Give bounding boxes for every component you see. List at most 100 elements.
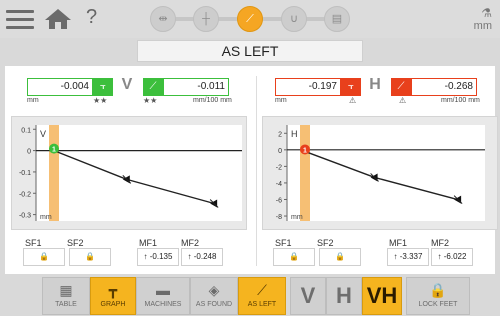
vertical-letter: V (121, 76, 133, 93)
horizontal-mf2-value: ↑ -6.022 (431, 248, 473, 266)
y-tick-label: -0.2 (19, 191, 31, 198)
y-tick-label: -8 (276, 214, 282, 221)
horizontal-angle-value: -0.268 (411, 78, 477, 96)
vertical-mf1-number: -0.135 (149, 252, 173, 261)
y-tick-label: 0 (27, 149, 31, 156)
vertical-sf1-label: SF1 (25, 238, 42, 248)
horizontal-sf1-label: SF1 (275, 238, 292, 248)
workflow-steps: ⇹ ┼ ⟋ ∪ ▤ (150, 6, 350, 32)
horizontal-mf2-number: -6.022 (443, 252, 467, 261)
vertical-mf2-number: -0.248 (193, 252, 217, 261)
as-found-button[interactable]: ◈ AS FOUND (190, 277, 238, 315)
coupling-marker-label: 1 (52, 147, 56, 154)
machines-button[interactable]: ▬ MACHINES (136, 277, 190, 315)
horizontal-sf2-label: SF2 (317, 238, 334, 248)
top-bar: ? ⇹ ┼ ⟋ ∪ ▤ ⚗ mm (0, 0, 500, 38)
y-tick-label: -4 (276, 181, 282, 188)
lock-icon: 🔒 (289, 252, 299, 261)
graph-icon: ┳ (108, 282, 118, 298)
lock-icon: 🔒 (335, 252, 345, 261)
lock-feet-icon: 🔒 (429, 282, 447, 298)
horizontal-mf2-label: MF2 (431, 238, 449, 248)
horizontal-sf1-lock[interactable]: 🔒 (273, 248, 315, 266)
step-report-icon[interactable]: ▤ (324, 6, 350, 32)
vertical-offset-icon: ⫟ (93, 78, 113, 96)
chart-unit-label: mm (291, 214, 303, 221)
horizontal-mf1-number: -3.337 (399, 252, 423, 261)
horizontal-offset-unit: mm (275, 97, 287, 104)
horizontal-letter: H (369, 76, 381, 93)
machines-label: MACHINES (144, 301, 182, 308)
view-vh-button[interactable]: VH (362, 277, 402, 315)
vertical-sf2-label: SF2 (67, 238, 84, 248)
chart-title: V (40, 129, 46, 139)
vertical-offset-unit: mm (27, 97, 39, 104)
vertical-angle-icon: ⟋ (143, 78, 163, 96)
horizontal-sf2-lock[interactable]: 🔒 (319, 248, 361, 266)
vertical-offset-quality: ★★ (93, 96, 108, 105)
horizontal-offset-icon: ⫟ (341, 78, 361, 96)
horizontal-offset-warning-icon: ⚠ (349, 96, 357, 105)
lock-feet-button[interactable]: 🔒 LOCK FEET (406, 277, 470, 315)
horizontal-readout: -0.197 ⫟ H ⟋ -0.268 mm ⚠ ⚠ mm/100 mm (275, 76, 495, 106)
vertical-chart-svg: 0.1 0 -0.1 -0.2 -0.3 Vmm 1 (19, 125, 242, 221)
vertical-mf2-value: ↑ -0.248 (181, 248, 223, 266)
as-left-button[interactable]: ⟋ AS LEFT (238, 277, 286, 315)
graph-button[interactable]: ┳ GRAPH (90, 277, 136, 315)
view-h-button[interactable]: H (326, 277, 362, 315)
horizontal-angle-icon: ⟋ (391, 78, 411, 96)
coupling-marker-label: 1 (303, 147, 307, 154)
graph-label: GRAPH (100, 301, 126, 308)
home-icon[interactable] (44, 8, 72, 35)
step-sensor-position-icon[interactable]: ┼ (193, 6, 219, 32)
units-icon: ⚗ (481, 6, 492, 20)
table-label: TABLE (55, 301, 77, 308)
units-label: mm (473, 20, 492, 32)
step-dimensions-icon[interactable]: ⇹ (150, 6, 176, 32)
vertical-sf1-lock[interactable]: 🔒 (23, 248, 65, 266)
horizontal-mf1-value: ↑ -3.337 (387, 248, 429, 266)
horizontal-feet-row: SF1 SF2 🔒 🔒 MF1 MF2 ↑ -3.337 ↑ -6.022 (273, 238, 500, 268)
horizontal-angle-unit: mm/100 mm (441, 97, 480, 104)
y-tick-label: -0.3 (19, 213, 31, 220)
horizontal-chart-svg: 2 0 -2 -4 -6 -8 Hmm 1 (276, 125, 485, 221)
step-measure-icon[interactable]: ⟋ (237, 6, 263, 32)
view-v-button[interactable]: V (290, 277, 326, 315)
y-tick-label: 0 (278, 148, 282, 155)
bottom-toolbar: ▦ TABLE ┳ GRAPH ▬ MACHINES ◈ AS FOUND ⟋ … (42, 277, 470, 315)
lock-icon: 🔒 (85, 252, 95, 261)
coupling-band (300, 125, 310, 221)
as-left-label: AS LEFT (247, 301, 277, 308)
vertical-angle-value: -0.011 (163, 78, 229, 96)
y-tick-label: -6 (276, 197, 282, 204)
as-found-icon: ◈ (208, 282, 220, 298)
vertical-chart: 0.1 0 -0.1 -0.2 -0.3 Vmm 1 (11, 116, 247, 230)
vertical-mf2-label: MF2 (181, 238, 199, 248)
y-tick-label: 0.1 (21, 127, 31, 134)
vertical-feet-row: SF1 SF2 🔒 🔒 MF1 MF2 ↑ -0.135 ↑ -0.248 (23, 238, 263, 268)
help-button[interactable]: ? (86, 6, 97, 29)
horizontal-angle-warning-icon: ⚠ (399, 96, 407, 105)
vertical-angle-unit: mm/100 mm (193, 97, 232, 104)
as-left-icon: ⟋ (257, 282, 267, 298)
vertical-angle-quality: ★★ (143, 96, 158, 105)
horizontal-offset-value: -0.197 (275, 78, 341, 96)
vertical-mf1-label: MF1 (139, 238, 157, 248)
step-coupling-icon[interactable]: ∪ (281, 6, 307, 32)
y-tick-label: 2 (278, 131, 282, 138)
menu-icon[interactable] (6, 10, 34, 30)
plot-area (36, 125, 242, 221)
horizontal-mf1-label: MF1 (389, 238, 407, 248)
machines-icon: ▬ (156, 282, 170, 298)
table-icon: ▦ (59, 282, 73, 298)
as-found-label: AS FOUND (195, 301, 233, 308)
coupling-band (49, 125, 59, 221)
units-indicator[interactable]: ⚗ mm (474, 6, 492, 32)
main-panel: -0.004 ⫟ V ⟋ -0.011 mm ★★ ★★ mm/100 mm -… (5, 66, 498, 274)
vertical-sf2-lock[interactable]: 🔒 (69, 248, 111, 266)
chart-title: H (291, 129, 298, 139)
page-title: AS LEFT (137, 40, 363, 62)
vertical-readout: -0.004 ⫟ V ⟋ -0.011 mm ★★ ★★ mm/100 mm (27, 76, 247, 106)
table-button[interactable]: ▦ TABLE (42, 277, 90, 315)
chart-unit-label: mm (40, 214, 52, 221)
